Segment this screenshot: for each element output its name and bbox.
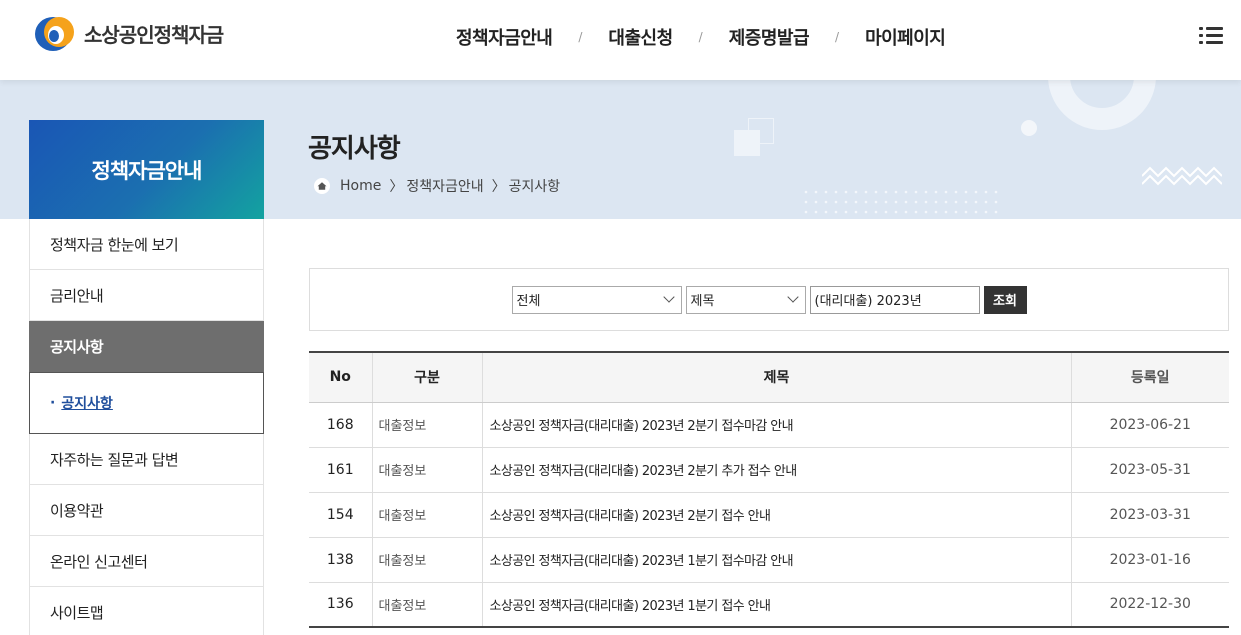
column-header-title: 제목 xyxy=(481,352,1071,403)
row-title-link[interactable]: 소상공인 정책자금(대리대출) 2023년 2분기 접수 안내 xyxy=(481,492,1071,538)
breadcrumb-policy-fund[interactable]: 정책자금안내 xyxy=(406,176,483,196)
bullet-icon: · xyxy=(50,395,56,411)
search-field-select[interactable]: 제목 xyxy=(685,285,806,314)
row-title-link[interactable]: 소상공인 정책자금(대리대출) 2023년 2분기 추가 접수 안내 xyxy=(481,447,1071,493)
notice-table: No 구분 제목 등록일 168 대출정보 소상공인 정책자금(대리대출) 20… xyxy=(309,351,1229,628)
search-panel: 전체 제목 조회 xyxy=(309,268,1229,331)
category-select[interactable]: 전체 xyxy=(511,285,682,314)
site-header: 소상공인정책자금 정책자금안내 / 대출신청 / 제증명발급 / 마이페이지 xyxy=(0,0,1241,80)
search-button[interactable]: 조회 xyxy=(983,285,1027,314)
sidebar-item-sitemap[interactable]: 사이트맵 xyxy=(29,587,264,635)
row-category: 대출정보 xyxy=(371,537,482,583)
row-no: 154 xyxy=(309,492,372,538)
breadcrumb: Home 〉 정책자금안내 〉 공지사항 xyxy=(314,176,560,196)
breadcrumb-separator: 〉 xyxy=(491,179,506,195)
table-row[interactable]: 138 대출정보 소상공인 정책자금(대리대출) 2023년 1분기 접수마감 … xyxy=(309,537,1229,583)
sidebar-subitem-notices[interactable]: · 공지사항 xyxy=(29,372,264,434)
row-no: 138 xyxy=(309,537,372,583)
sidebar-section-title-text: 정책자금안내 xyxy=(91,158,203,183)
decorative-ring xyxy=(1048,80,1156,130)
logo-text: 소상공인정책자금 xyxy=(84,22,224,47)
row-no: 161 xyxy=(309,447,372,493)
nav-item-mypage[interactable]: 마이페이지 xyxy=(839,24,971,50)
breadcrumb-current: 공지사항 xyxy=(508,179,561,195)
sidebar-menu: 정책자금 한눈에 보기 금리안내 공지사항 · 공지사항 자주하는 질문과 답변… xyxy=(29,219,264,635)
breadcrumb-separator: 〉 xyxy=(389,179,404,195)
row-category: 대출정보 xyxy=(371,492,482,538)
row-category: 대출정보 xyxy=(371,447,482,493)
row-no: 136 xyxy=(326,596,354,613)
row-date: 2022-12-30 xyxy=(1070,582,1229,627)
decorative-dot-grid xyxy=(804,190,1004,219)
all-menu-icon[interactable] xyxy=(1199,26,1223,46)
table-row[interactable]: 168 대출정보 소상공인 정책자금(대리대출) 2023년 2분기 접수마감 … xyxy=(309,402,1229,448)
sidebar-item-overview[interactable]: 정책자금 한눈에 보기 xyxy=(29,219,264,270)
nav-item-loan-apply[interactable]: 대출신청 xyxy=(582,24,698,50)
row-date: 2023-06-21 xyxy=(1070,402,1229,448)
row-date: 2023-05-31 xyxy=(1070,447,1229,493)
sidebar-subitem-label: 공지사항 xyxy=(61,396,113,412)
sidebar-item-terms[interactable]: 이용약관 xyxy=(29,485,264,536)
breadcrumb-home[interactable]: Home xyxy=(340,178,381,194)
sidebar-item-notices[interactable]: 공지사항 xyxy=(29,321,264,372)
logo-emblem-icon xyxy=(35,17,74,51)
decorative-square xyxy=(748,118,774,144)
sidebar-item-interest-rate[interactable]: 금리안내 xyxy=(29,270,264,321)
nav-item-certificates[interactable]: 제증명발급 xyxy=(703,24,835,50)
column-header-date: 등록일 xyxy=(1070,352,1229,403)
site-logo[interactable]: 소상공인정책자금 xyxy=(34,14,224,52)
table-row[interactable]: 154 대출정보 소상공인 정책자금(대리대출) 2023년 2분기 접수 안내… xyxy=(309,492,1229,538)
row-title-link[interactable]: 소상공인 정책자금(대리대출) 2023년 1분기 접수 안내 xyxy=(481,582,1071,627)
page-title: 공지사항 xyxy=(308,134,401,164)
decorative-dot xyxy=(1021,120,1037,136)
main-nav: 정책자금안내 / 대출신청 / 제증명발급 / 마이페이지 xyxy=(430,24,971,50)
sidebar-item-faq[interactable]: 자주하는 질문과 답변 xyxy=(29,434,264,485)
row-date: 2023-03-31 xyxy=(1070,492,1229,538)
row-date: 2023-01-16 xyxy=(1070,537,1229,583)
column-header-category: 구분 xyxy=(371,352,482,403)
row-category: 대출정보 xyxy=(371,582,482,627)
row-title-link[interactable]: 소상공인 정책자금(대리대출) 2023년 2분기 접수마감 안내 xyxy=(481,402,1071,448)
chevron-down-icon xyxy=(662,290,675,303)
search-field-select-value: 제목 xyxy=(690,294,715,309)
home-icon[interactable] xyxy=(314,178,330,194)
table-row[interactable]: 161 대출정보 소상공인 정책자금(대리대출) 2023년 2분기 추가 접수… xyxy=(309,447,1229,493)
chevron-down-icon xyxy=(786,290,799,303)
category-select-value: 전체 xyxy=(516,294,541,309)
row-title-link[interactable]: 소상공인 정책자금(대리대출) 2023년 1분기 접수마감 안내 xyxy=(481,537,1071,583)
row-category: 대출정보 xyxy=(371,402,482,448)
column-header-no: No xyxy=(309,352,372,403)
nav-item-policy-fund[interactable]: 정책자금안내 xyxy=(430,24,578,50)
table-header-row: No 구분 제목 등록일 xyxy=(309,352,1229,403)
sidebar-section-title: 정책자금안내 xyxy=(29,120,264,219)
decorative-zigzag xyxy=(1142,166,1222,186)
row-no: 168 xyxy=(309,402,372,448)
sidebar-item-report-center[interactable]: 온라인 신고센터 xyxy=(29,536,264,587)
search-input[interactable] xyxy=(809,285,980,314)
table-row[interactable]: 136 대출정보 소상공인 정책자금(대리대출) 2023년 1분기 접수 안내… xyxy=(309,582,1229,627)
